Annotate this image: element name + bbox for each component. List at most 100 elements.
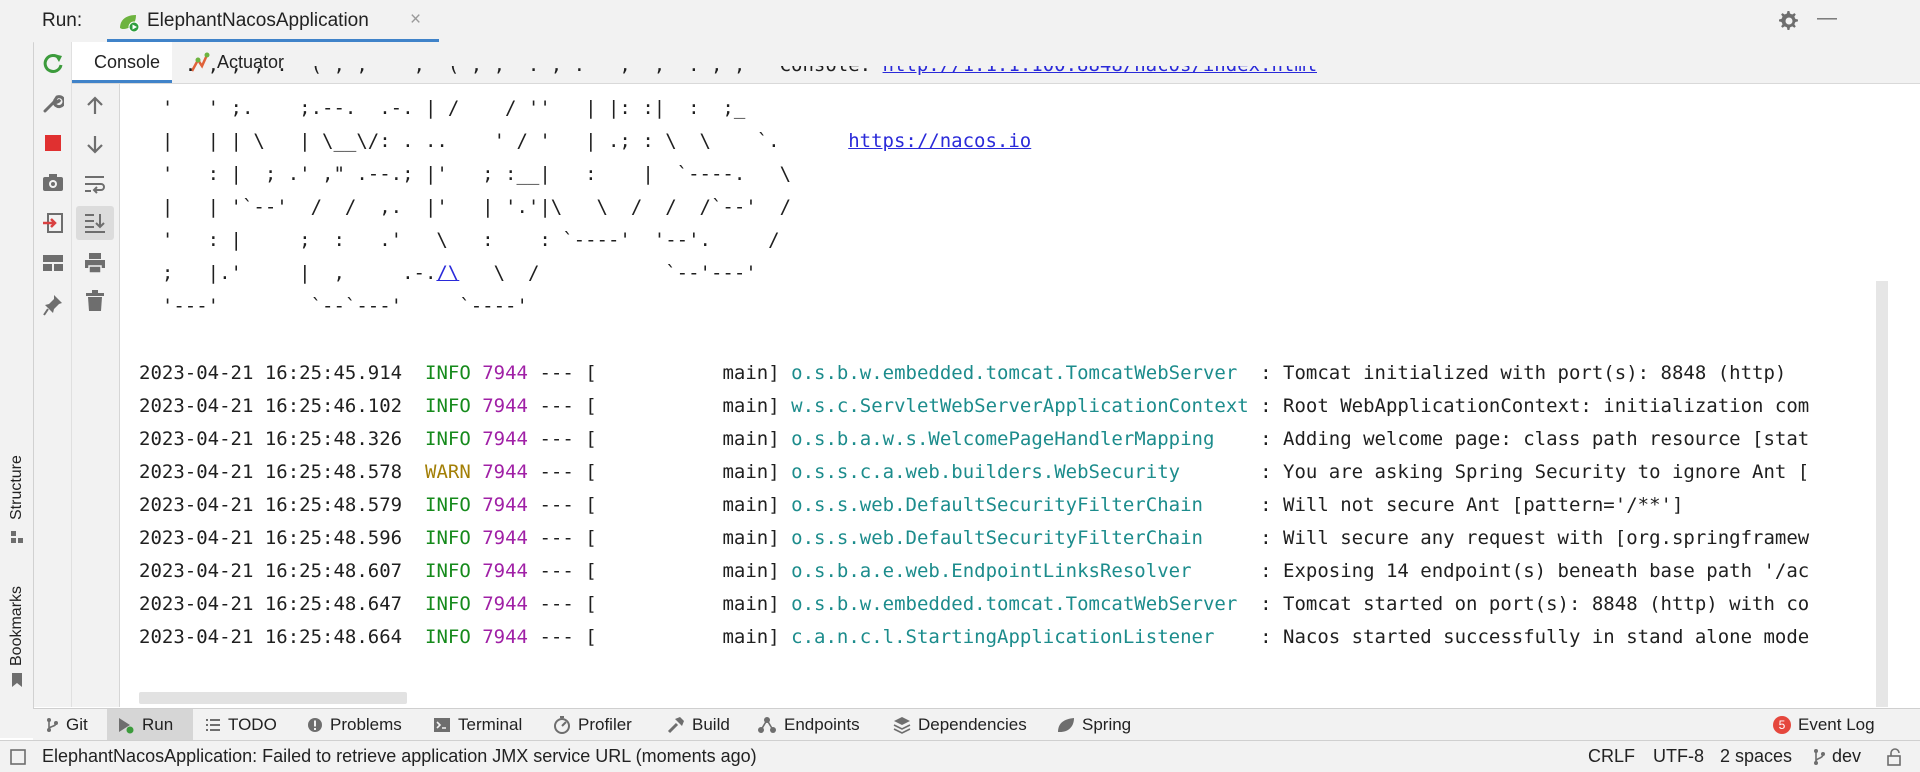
minimize-icon[interactable]: — [1817, 7, 1837, 30]
bottom-tab-terminal[interactable]: Terminal [433, 709, 522, 741]
scroll-to-end-toggle[interactable] [76, 206, 114, 240]
camera-icon[interactable] [42, 172, 64, 192]
soft-wrap-icon[interactable] [84, 174, 106, 194]
print-icon[interactable] [84, 252, 106, 274]
gear-icon[interactable] [1779, 11, 1799, 31]
log-message: : Root WebApplicationContext: initializa… [1248, 395, 1810, 417]
close-tab-icon[interactable]: × [410, 9, 421, 31]
window-toggle-icon[interactable] [10, 749, 26, 765]
layout-icon[interactable] [42, 254, 64, 272]
rerun-icon[interactable] [42, 52, 64, 74]
tool-window-bar: Git Run TODO Problems Terminal Profiler … [33, 708, 1920, 741]
ascii-art-line-6-text: ; |.' | , .-. [139, 262, 437, 284]
pin-icon[interactable] [43, 294, 63, 316]
ascii-art-line-2: | | | \ | \__\/: . .. ' / ' | .; : \ \ `… [139, 130, 1031, 152]
git-branch-icon [47, 718, 58, 732]
ascii-slash-link[interactable]: /\ [436, 262, 459, 284]
log-level: INFO [425, 494, 471, 516]
bottom-tab-todo[interactable]: TODO [205, 709, 277, 741]
bottom-tab-run-label: Run [142, 715, 174, 734]
bottom-tab-problems[interactable]: Problems [307, 709, 402, 741]
log-timestamp: 2023-04-21 16:25:48.579 [139, 494, 403, 516]
run-actions-toolbar [34, 42, 72, 707]
log-line: 2023-04-21 16:25:45.914 INFO 7944 --- [ … [139, 362, 1786, 395]
run-config-name: ElephantNacosApplication [147, 10, 369, 31]
terminal-icon [434, 718, 450, 732]
git-branch-label: dev [1832, 746, 1862, 766]
status-message[interactable]: ElephantNacosApplication: Failed to retr… [42, 741, 757, 772]
trash-icon[interactable] [85, 290, 105, 312]
run-label: Run: [42, 10, 83, 31]
encoding-widget[interactable]: UTF-8 [1653, 741, 1704, 772]
log-logger: c.a.n.c.l.StartingApplicationListener [791, 626, 1249, 648]
log-separator: --- [539, 395, 574, 417]
log-level: INFO [425, 428, 471, 450]
log-separator: --- [539, 527, 574, 549]
log-level: INFO [425, 527, 471, 549]
problems-icon [308, 718, 322, 732]
wrench-icon[interactable] [42, 92, 64, 114]
log-logger: o.s.s.c.a.web.builders.WebSecurity [791, 461, 1249, 483]
arrow-up-icon[interactable] [85, 96, 105, 116]
nacos-link[interactable]: https://nacos.io [848, 130, 1031, 152]
bottom-tab-git[interactable]: Git [45, 709, 88, 741]
bookmarks-tab[interactable]: Bookmarks [8, 586, 26, 666]
bottom-tab-spring-label: Spring [1082, 715, 1132, 734]
log-message: : Nacos started successfully in stand al… [1248, 626, 1810, 648]
horizontal-scrollbar[interactable] [139, 692, 407, 704]
log-timestamp: 2023-04-21 16:25:48.647 [139, 593, 403, 615]
bottom-tab-profiler[interactable]: Profiler [553, 709, 632, 741]
bookmarks-label: Bookmarks [8, 585, 25, 666]
log-logger: o.s.b.a.e.web.EndpointLinksResolver [791, 560, 1249, 582]
ascii-art-line-3: ' : | ; .' ," .--.; |' ; :__| : | `----.… [139, 163, 792, 185]
log-thread: [ main] [585, 560, 780, 582]
run-config-tab[interactable]: ElephantNacosApplication × [107, 0, 439, 42]
log-thread: [ main] [585, 362, 780, 384]
login-icon[interactable] [42, 212, 64, 234]
log-thread: [ main] [585, 527, 780, 549]
bottom-tab-endpoints[interactable]: Endpoints [757, 709, 860, 741]
bookmark-icon [12, 673, 22, 687]
structure-icon [11, 531, 23, 543]
vertical-scrollbar[interactable] [1876, 281, 1888, 707]
hammer-icon [667, 717, 684, 734]
event-log-tab[interactable]: 5 Event Log [1773, 709, 1875, 741]
structure-tab[interactable]: Structure [8, 455, 26, 520]
log-line: 2023-04-21 16:25:48.326 INFO 7944 --- [ … [139, 428, 1809, 461]
log-thread: [ main] [585, 428, 780, 450]
log-pid: 7944 [482, 428, 528, 450]
bottom-tab-run[interactable]: Run [107, 709, 193, 741]
log-line: 2023-04-21 16:25:48.664 INFO 7944 --- [ … [139, 626, 1809, 659]
bottom-tab-dependencies[interactable]: Dependencies [893, 709, 1027, 741]
log-logger: o.s.s.web.DefaultSecurityFilterChain [791, 527, 1249, 549]
scroll-to-end-icon [85, 214, 105, 233]
log-pid: 7944 [482, 494, 528, 516]
git-branch-widget[interactable]: dev [1812, 741, 1861, 772]
log-timestamp: 2023-04-21 16:25:48.596 [139, 527, 403, 549]
log-message: : Exposing 14 endpoint(s) beneath base p… [1248, 560, 1810, 582]
bottom-tab-spring[interactable]: Spring [1057, 709, 1131, 741]
log-level: WARN [425, 461, 471, 483]
stop-icon[interactable] [44, 134, 62, 152]
log-level: INFO [425, 395, 471, 417]
console-toolbar [72, 84, 120, 707]
bottom-tab-build[interactable]: Build [667, 709, 730, 741]
log-line: 2023-04-21 16:25:48.607 INFO 7944 --- [ … [139, 560, 1809, 593]
ascii-art-line-6: ; |.' | , .-./\ \ / `--'---' [139, 262, 757, 284]
indent-widget[interactable]: 2 spaces [1720, 741, 1792, 772]
log-pid: 7944 [482, 593, 528, 615]
log-separator: --- [539, 461, 574, 483]
vcs-branch-icon [1814, 748, 1825, 765]
lock-icon[interactable] [1886, 748, 1904, 766]
log-message: : Adding welcome page: class path resour… [1248, 428, 1810, 450]
log-pid: 7944 [482, 626, 528, 648]
log-message: : You are asking Spring Security to igno… [1248, 461, 1810, 483]
profiler-icon [554, 716, 570, 734]
ascii-art-line-7: '---' `--`---' `----' [139, 295, 528, 317]
bottom-tab-dependencies-label: Dependencies [918, 715, 1027, 734]
ascii-art-clipped-line: ' . ; ; ; : ( ; ; ; ( ; ; : ; : ' ; , : … [139, 66, 1317, 84]
line-separator-widget[interactable]: CRLF [1588, 741, 1635, 772]
log-timestamp: 2023-04-21 16:25:48.578 [139, 461, 403, 483]
arrow-down-icon[interactable] [85, 134, 105, 154]
console-url-link[interactable]: http://1.1.1.100:8848/nacos/index.html [883, 66, 1318, 76]
